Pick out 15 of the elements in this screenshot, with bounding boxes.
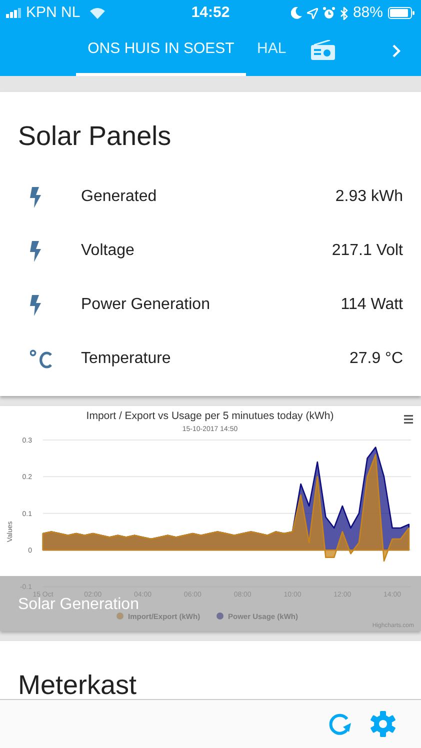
entity-name: Temperature [81, 349, 172, 369]
battery-percent: 88% [352, 2, 383, 23]
entity-name: Voltage [81, 241, 136, 261]
carrier-name: KPN NL [26, 2, 80, 23]
entity-value: 2.93 kWh [335, 187, 403, 207]
entity-name: Generated [81, 187, 158, 207]
entity-value: 27.9 °C [349, 349, 403, 369]
clock-time: 14:52 [190, 2, 231, 23]
entity-name: Power Generation [81, 295, 211, 315]
card-caption: Solar Generation [18, 598, 139, 612]
entity-value: 114 Watt [340, 295, 403, 315]
card-title: Solar Panels [18, 120, 172, 152]
entity-value: 217.1 Volt [332, 241, 403, 261]
card-title: Meterkast [18, 669, 138, 701]
chart-title: Import / Export vs Usage per 5 minutues today (kWh) [86, 410, 334, 422]
